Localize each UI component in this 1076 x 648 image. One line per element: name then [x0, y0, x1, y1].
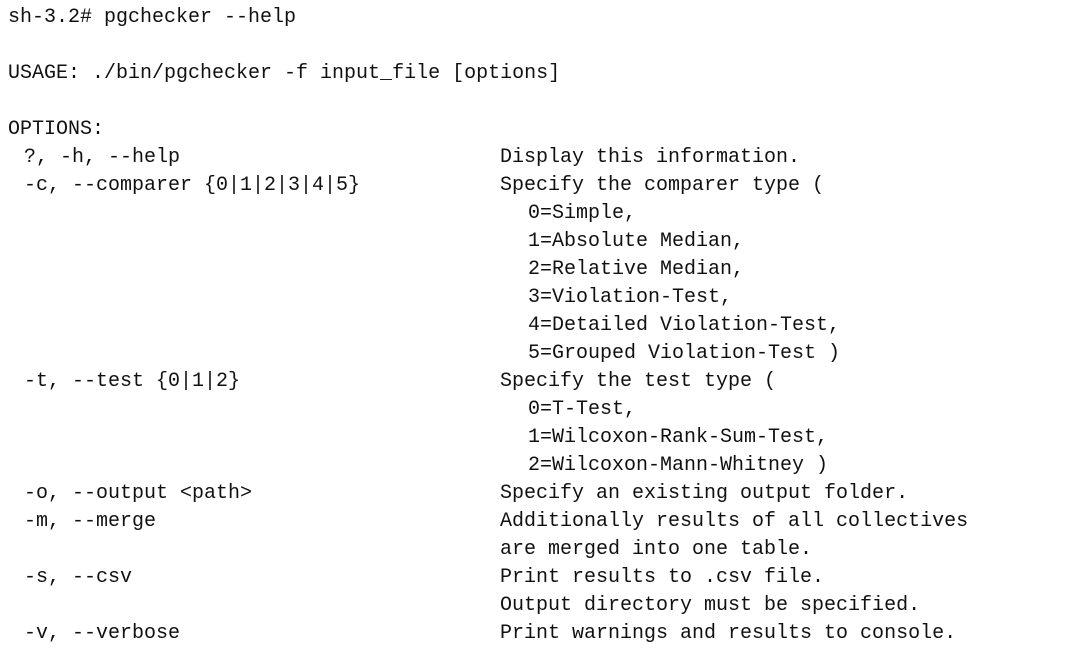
option-desc-merge-line-2: are merged into one table. — [500, 538, 813, 561]
command-text: pgchecker --help — [104, 6, 297, 29]
usage-line: USAGE: ./bin/pgchecker -f input_file [op… — [8, 62, 561, 85]
option-desc-help: Display this information. — [500, 146, 801, 169]
command-line: sh-3.2# pgchecker --help — [8, 4, 296, 32]
option-flag-test: -t, --test {0|1|2} — [24, 370, 241, 393]
comparer-value-0: 0=Simple, — [528, 202, 637, 225]
option-flag-output: -o, --output <path> — [24, 482, 253, 505]
option-desc-test: Specify the test type ( — [500, 370, 777, 393]
shell-prompt: sh-3.2# — [8, 6, 93, 29]
option-flag-verbose: -v, --verbose — [24, 622, 181, 645]
options-heading: OPTIONS: — [8, 118, 105, 141]
terminal-window[interactable]: sh-3.2# pgchecker --help USAGE: ./bin/pg… — [8, 4, 1068, 645]
test-value-0: 0=T-Test, — [528, 398, 637, 421]
option-desc-output: Specify an existing output folder. — [500, 482, 909, 505]
comparer-value-5: 5=Grouped Violation-Test ) — [528, 342, 841, 365]
option-desc-verbose: Print warnings and results to console. — [500, 622, 957, 645]
test-value-2: 2=Wilcoxon-Mann-Whitney ) — [528, 454, 829, 477]
test-value-1: 1=Wilcoxon-Rank-Sum-Test, — [528, 426, 829, 449]
option-flag-csv: -s, --csv — [24, 566, 133, 589]
option-desc-merge-line-1: Additionally results of all collectives — [500, 510, 969, 533]
option-desc-comparer: Specify the comparer type ( — [500, 174, 825, 197]
option-flag-help: ?, -h, --help — [24, 146, 181, 169]
option-desc-csv-line-2: Output directory must be specified. — [500, 594, 921, 617]
comparer-value-1: 1=Absolute Median, — [528, 230, 745, 253]
comparer-value-3: 3=Violation-Test, — [528, 286, 733, 309]
option-flag-comparer: -c, --comparer {0|1|2|3|4|5} — [24, 174, 361, 197]
comparer-value-4: 4=Detailed Violation-Test, — [528, 314, 841, 337]
option-desc-csv-line-1: Print results to .csv file. — [500, 566, 825, 589]
option-flag-merge: -m, --merge — [24, 510, 157, 533]
comparer-value-2: 2=Relative Median, — [528, 258, 745, 281]
